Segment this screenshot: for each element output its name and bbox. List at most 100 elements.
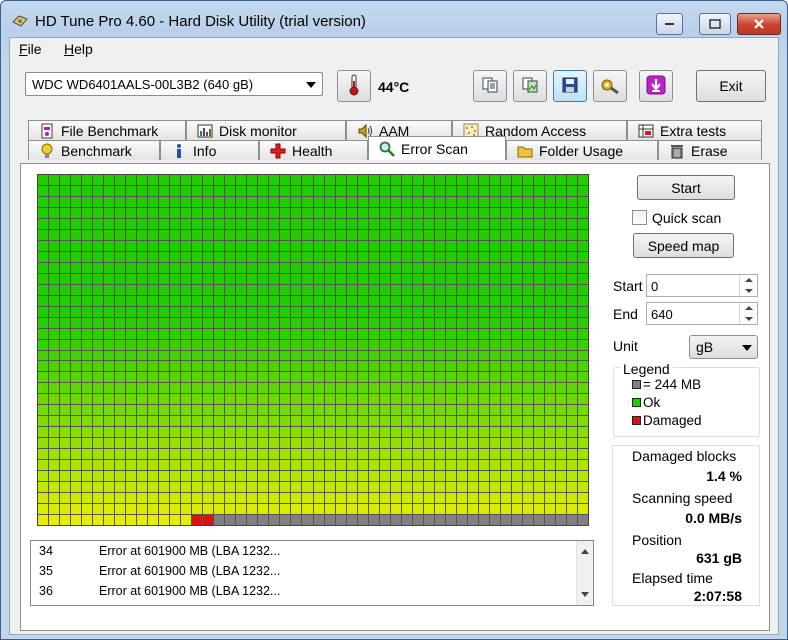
scan-block-ok [324, 361, 335, 372]
quick-scan-checkbox[interactable] [632, 210, 647, 225]
scan-block-ok [324, 229, 335, 240]
error-log-list[interactable]: 34 Error at 601900 MB (LBA 1232... 35 Er… [30, 540, 594, 606]
scan-block-ok [445, 196, 456, 207]
menu-help[interactable]: Help [64, 41, 93, 57]
scan-block-ok [291, 504, 302, 515]
quick-scan-label[interactable]: Quick scan [652, 210, 721, 226]
scan-block-ok [379, 317, 390, 328]
spin-up-icon[interactable] [745, 306, 753, 310]
tab-folder-usage[interactable]: Folder Usage [506, 140, 658, 160]
maximize-button[interactable] [699, 13, 731, 35]
scan-block-ok [445, 240, 456, 251]
end-position-input[interactable]: 640 [646, 302, 758, 325]
options-button[interactable] [593, 70, 627, 102]
tab-health[interactable]: Health [259, 140, 368, 160]
tab-info[interactable]: Info [160, 140, 259, 160]
scan-block-ok [346, 284, 357, 295]
tab-extra-tests[interactable]: Extra tests [627, 120, 762, 140]
tab-benchmark[interactable]: Benchmark [28, 140, 160, 160]
scan-block-ok [203, 229, 214, 240]
scan-block-ok [390, 449, 401, 460]
scan-block-ok [192, 262, 203, 273]
chevron-down-icon [306, 82, 316, 88]
scan-block-ok [511, 185, 522, 196]
scan-block-unscanned [390, 515, 401, 525]
scan-block-ok [38, 471, 49, 482]
tab-error-scan[interactable]: Error Scan [368, 136, 506, 160]
close-button[interactable] [737, 13, 781, 35]
scan-block-ok [49, 328, 60, 339]
scan-block-ok [478, 273, 489, 284]
scan-block-ok [412, 449, 423, 460]
scan-block-ok [357, 306, 368, 317]
copy-info-button[interactable] [473, 70, 507, 102]
tab-erase[interactable]: Erase [658, 140, 762, 160]
scan-block-ok [445, 438, 456, 449]
scan-block-ok [49, 460, 60, 471]
spin-down-icon[interactable] [745, 317, 753, 321]
tab-file-benchmark[interactable]: File Benchmark [28, 120, 186, 140]
scan-block-ok [566, 196, 577, 207]
scan-block-ok [203, 471, 214, 482]
scan-block-ok [533, 427, 544, 438]
scan-block-ok [379, 460, 390, 471]
exit-button[interactable]: Exit [696, 70, 766, 102]
scan-block-ok [379, 284, 390, 295]
scan-block-ok [390, 317, 401, 328]
scan-block-ok [214, 427, 225, 438]
scan-block-ok [170, 427, 181, 438]
copy-text-icon [481, 76, 499, 97]
temperature-button[interactable] [337, 70, 371, 102]
scan-block-ok [346, 405, 357, 416]
scan-block-ok [82, 350, 93, 361]
spin-up-icon[interactable] [745, 278, 753, 282]
scan-block-ok [390, 361, 401, 372]
scan-block-ok [368, 482, 379, 493]
scan-block-ok [434, 196, 445, 207]
title-bar[interactable]: HD Tune Pro 4.60 - Hard Disk Utility (tr… [1, 1, 787, 39]
scan-block-ok [170, 416, 181, 427]
log-scrollbar[interactable] [576, 541, 593, 605]
log-row[interactable]: 36 Error at 601900 MB (LBA 1232... [31, 581, 577, 601]
scan-block-ok [280, 405, 291, 416]
scan-block-ok [313, 262, 324, 273]
scan-block-ok [379, 493, 390, 504]
speed-map-button[interactable]: Speed map [633, 233, 734, 258]
end-spinner[interactable] [739, 303, 757, 324]
scan-block-ok [566, 482, 577, 493]
unit-select[interactable]: gB [689, 335, 758, 359]
scan-block-ok [423, 317, 434, 328]
scan-block-ok [401, 262, 412, 273]
log-row[interactable]: 34 Error at 601900 MB (LBA 1232... [31, 541, 577, 561]
spin-down-icon[interactable] [745, 289, 753, 293]
download-button[interactable] [639, 70, 673, 102]
scan-block-ok [269, 405, 280, 416]
scan-block-ok [346, 372, 357, 383]
scan-block-ok [269, 262, 280, 273]
start-scan-button[interactable]: Start [637, 175, 735, 200]
tab-disk-monitor[interactable]: Disk monitor [186, 120, 346, 140]
scan-block-ok [456, 240, 467, 251]
scan-block-ok [269, 273, 280, 284]
save-button[interactable] [553, 70, 587, 102]
scroll-up-arrow-icon[interactable] [581, 549, 589, 554]
scan-block-ok [82, 405, 93, 416]
start-spinner[interactable] [739, 275, 757, 296]
minimize-button[interactable] [656, 13, 683, 35]
scan-block-ok [302, 175, 313, 185]
scan-block-ok [71, 350, 82, 361]
log-row[interactable]: 35 Error at 601900 MB (LBA 1232... [31, 561, 577, 581]
scan-block-ok [115, 460, 126, 471]
scan-block-ok [302, 273, 313, 284]
start-position-input[interactable]: 0 [646, 274, 758, 297]
scan-block-ok [302, 328, 313, 339]
scan-block-ok [423, 196, 434, 207]
drive-select[interactable]: WDC WD6401AALS-00L3B2 (640 gB) [25, 72, 323, 96]
scan-block-ok [566, 460, 577, 471]
scroll-down-arrow-icon[interactable] [581, 592, 589, 597]
scan-block-ok [258, 394, 269, 405]
copy-screenshot-button[interactable] [513, 70, 547, 102]
scan-block-ok [148, 207, 159, 218]
menu-file[interactable]: File [19, 41, 42, 57]
scan-block-ok [346, 328, 357, 339]
